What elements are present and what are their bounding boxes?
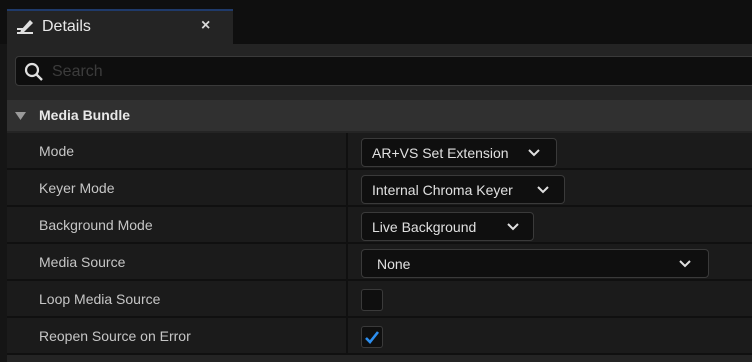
property-label: Media Source (39, 254, 126, 270)
property-label: Loop Media Source (39, 291, 161, 307)
tab-details[interactable]: Details × (7, 9, 233, 44)
property-label: Reopen Source on Error (39, 328, 191, 344)
dropdown-value: None (377, 256, 411, 272)
property-label: Background Mode (39, 217, 153, 233)
property-row-loop-media-source: Loop Media Source (7, 281, 752, 318)
property-row-background-mode: Background Mode Live Background (7, 207, 752, 244)
close-icon[interactable]: × (201, 17, 210, 35)
property-label: Keyer Mode (39, 180, 115, 196)
property-row-keyer-mode: Keyer Mode Internal Chroma Keyer (7, 170, 752, 207)
search-input[interactable] (50, 59, 744, 85)
loop-media-source-checkbox[interactable] (361, 289, 383, 311)
category-label: Media Bundle (39, 107, 131, 123)
dropdown-value: Live Background (372, 219, 477, 235)
expand-arrow-icon[interactable] (15, 112, 26, 120)
chevron-down-icon (537, 186, 549, 194)
reopen-source-on-error-checkbox[interactable] (361, 326, 383, 348)
column-divider[interactable] (346, 170, 348, 205)
column-divider[interactable] (346, 133, 348, 168)
background-mode-dropdown[interactable]: Live Background (361, 212, 534, 241)
property-label: Mode (39, 143, 75, 159)
details-panel: Media Bundle Mode AR+VS Set Extension Ke… (7, 44, 752, 362)
column-divider[interactable] (346, 207, 348, 242)
dropdown-value: AR+VS Set Extension (372, 145, 509, 161)
search-box[interactable] (15, 56, 752, 86)
column-divider[interactable] (346, 281, 348, 316)
mode-dropdown[interactable]: AR+VS Set Extension (361, 138, 557, 167)
property-row-media-source: Media Source None (7, 244, 752, 281)
keyer-mode-dropdown[interactable]: Internal Chroma Keyer (361, 175, 565, 204)
property-row-mode: Mode AR+VS Set Extension (7, 133, 752, 170)
chevron-down-icon (528, 149, 540, 157)
search-icon (24, 62, 43, 81)
media-source-dropdown[interactable]: None (361, 249, 709, 278)
details-pencil-icon (17, 20, 33, 34)
chevron-down-icon (679, 260, 691, 268)
category-media-bundle[interactable]: Media Bundle (7, 100, 752, 131)
property-row-reopen-source-on-error: Reopen Source on Error (7, 318, 752, 355)
dropdown-value: Internal Chroma Keyer (372, 182, 513, 198)
column-divider[interactable] (346, 244, 348, 279)
checkmark-icon (365, 331, 380, 344)
tab-title: Details (42, 18, 91, 35)
chevron-down-icon (507, 223, 519, 231)
tab-bar: Details × (0, 0, 752, 44)
column-divider[interactable] (346, 318, 348, 353)
